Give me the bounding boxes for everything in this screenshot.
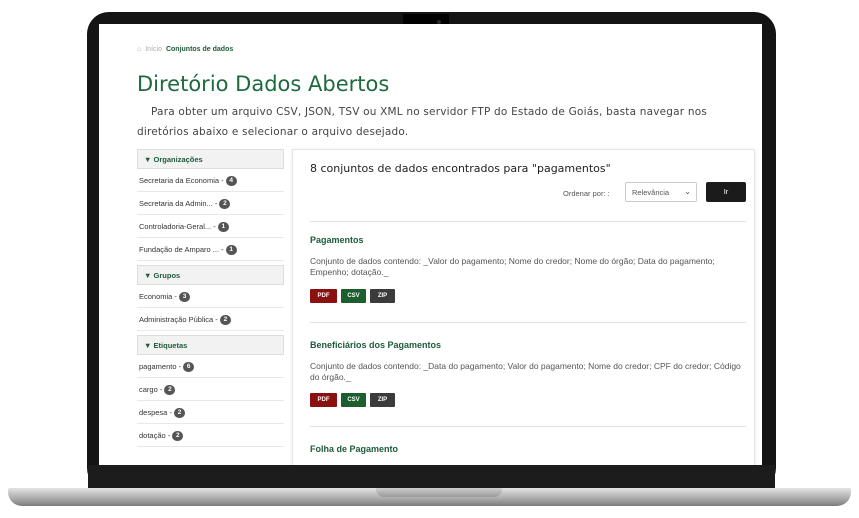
count-badge: 2 bbox=[164, 385, 176, 396]
filter-icon: ▼ bbox=[144, 271, 152, 280]
facet-item-tag[interactable]: cargo - 2 bbox=[137, 378, 284, 401]
divider bbox=[310, 426, 746, 427]
facet-item-organization[interactable]: Controladoria-Geral... - 1 bbox=[137, 215, 284, 238]
facet-item-tag[interactable]: despesa - 2 bbox=[137, 401, 284, 424]
filter-icon: ▼ bbox=[144, 155, 152, 164]
sort-label: Ordenar por: : bbox=[563, 189, 610, 198]
divider bbox=[310, 221, 746, 222]
filter-icon: ▼ bbox=[144, 341, 152, 350]
csv-format-button[interactable]: CSV bbox=[341, 289, 366, 303]
count-badge: 2 bbox=[219, 199, 231, 210]
facet-item-tag[interactable]: dotação - 2 bbox=[137, 424, 284, 447]
csv-format-button[interactable]: CSV bbox=[341, 393, 366, 407]
facet-item-organization[interactable]: Fundação de Amparo ... - 1 bbox=[137, 238, 284, 261]
go-button[interactable]: Ir bbox=[706, 182, 746, 202]
intro-text: Para obter um arquivo CSV, JSON, TSV ou … bbox=[137, 106, 708, 138]
facet-heading-tags: ▼ Etiquetas bbox=[137, 335, 284, 355]
breadcrumb-current[interactable]: Conjuntos de dados bbox=[166, 46, 233, 53]
breadcrumb-home[interactable]: Início bbox=[145, 46, 162, 53]
count-badge: 1 bbox=[217, 222, 229, 233]
pdf-format-button[interactable]: PDF bbox=[310, 289, 337, 303]
divider bbox=[310, 322, 746, 323]
facet-sidebar: ▼ Organizações Secretaria da Economia - … bbox=[137, 149, 284, 465]
pdf-format-button[interactable]: PDF bbox=[310, 393, 337, 407]
dataset-title[interactable]: Pagamentos bbox=[310, 235, 364, 245]
breadcrumb: ⌂ Início Conjuntos de dados bbox=[137, 46, 233, 53]
sort-select[interactable]: Relevância ⌄ bbox=[625, 182, 697, 202]
facet-heading-organizations: ▼ Organizações bbox=[137, 149, 284, 169]
count-badge: 6 bbox=[183, 362, 195, 373]
dataset-title[interactable]: Folha de Pagamento bbox=[310, 444, 398, 454]
count-badge: 2 bbox=[172, 431, 184, 442]
facet-item-organization[interactable]: Secretaria da Admin... - 2 bbox=[137, 192, 284, 215]
facet-item-group[interactable]: Economia - 3 bbox=[137, 285, 284, 308]
count-badge: 2 bbox=[219, 315, 231, 326]
page-title: Diretório Dados Abertos bbox=[137, 72, 390, 96]
dataset-description: Conjunto de dados contendo: _Data do pag… bbox=[310, 361, 741, 382]
results-panel: 8 conjuntos de dados encontrados para "p… bbox=[292, 149, 755, 465]
screen: ⌂ Início Conjuntos de dados Diretório Da… bbox=[99, 24, 762, 465]
results-count: 8 conjuntos de dados encontrados para "p… bbox=[310, 162, 611, 175]
laptop-hinge bbox=[88, 465, 775, 489]
zip-format-button[interactable]: ZIP bbox=[370, 289, 395, 303]
count-badge: 2 bbox=[174, 408, 186, 419]
dataset-title[interactable]: Beneficiários dos Pagamentos bbox=[310, 340, 441, 350]
zip-format-button[interactable]: ZIP bbox=[370, 393, 395, 407]
facet-heading-groups: ▼ Grupos bbox=[137, 265, 284, 285]
home-icon[interactable]: ⌂ bbox=[137, 46, 141, 53]
count-badge: 3 bbox=[179, 292, 191, 303]
count-badge: 1 bbox=[225, 245, 237, 256]
facet-item-organization[interactable]: Secretaria da Economia - 4 bbox=[137, 169, 284, 192]
facet-item-group[interactable]: Administração Pública - 2 bbox=[137, 308, 284, 331]
facet-item-tag[interactable]: pagamento - 6 bbox=[137, 355, 284, 378]
laptop-groove bbox=[376, 488, 502, 497]
count-badge: 4 bbox=[225, 176, 237, 187]
dataset-description: Conjunto de dados contendo: _Valor do pa… bbox=[310, 256, 715, 277]
chevron-down-icon: ⌄ bbox=[684, 187, 691, 196]
